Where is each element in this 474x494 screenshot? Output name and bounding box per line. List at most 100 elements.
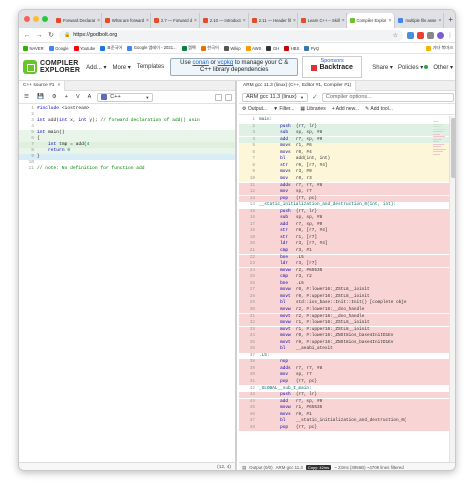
bookmark-item[interactable]: AWS	[245, 45, 261, 51]
browser-tab[interactable]: 2.10 — Introduct ×	[200, 13, 249, 28]
menu-dots-icon[interactable]: ⋮	[447, 31, 453, 39]
output-tool-libraries[interactable]: ▦ Libraries	[300, 106, 325, 112]
conan-link[interactable]: conan	[192, 60, 208, 66]
puzzle-icon[interactable]	[427, 31, 434, 39]
bookmark-item[interactable]: NAVER	[23, 45, 44, 51]
browser-tab[interactable]: Learn C++ – Skill ×	[298, 13, 347, 28]
dropdown-menu-button[interactable]: ☰	[22, 93, 31, 102]
asm-line: 23 ldr r3, [r7]	[239, 261, 449, 268]
line-number: 29	[249, 300, 255, 306]
close-tab-icon[interactable]: ×	[436, 18, 441, 24]
output-tools: ⚙ Output... ▼ Filter... ▦ Libraries + Add n…	[239, 104, 455, 115]
bookmark-item[interactable]: 한국어	[200, 45, 219, 51]
close-tab-icon[interactable]: ×	[57, 83, 60, 88]
bookmark-item[interactable]: Youtube	[73, 45, 95, 51]
scrollbar-thumb[interactable]	[451, 118, 455, 178]
extension-icon[interactable]	[417, 31, 424, 39]
line-number: 7	[252, 156, 255, 162]
tab-compiler[interactable]: ARM gcc 11.3 (linux) (C++, Editor #1, Co…	[239, 80, 357, 91]
vim-icon[interactable]: V	[74, 93, 82, 102]
bookmark-item[interactable]: Wikip	[223, 45, 241, 51]
line-number: 17	[249, 221, 255, 227]
asm-line: 19 str r1, [r7]	[239, 234, 449, 242]
tab-source[interactable]: C++ source #1 ×	[19, 80, 66, 91]
compiler-select[interactable]: ARM gcc 11.3 (linux) ▼	[242, 92, 308, 102]
text-size-icon[interactable]: A	[86, 93, 94, 102]
close-tab-icon[interactable]: ×	[340, 18, 345, 24]
close-tab-icon[interactable]: ×	[95, 18, 100, 24]
browser-tab-title: 2.11 — Header fil	[258, 18, 291, 23]
browser-tab[interactable]: What are forward ×	[102, 13, 151, 28]
bookmark-item[interactable]: GH	[266, 45, 279, 51]
minimize-window-icon[interactable]	[33, 16, 39, 22]
asm-instruction: movt	[259, 339, 291, 345]
close-tab-icon[interactable]: ×	[144, 18, 149, 24]
popout-pane-icon[interactable]	[225, 93, 232, 101]
output-tool-filter[interactable]: ▼ Filter...	[273, 106, 294, 112]
maximize-pane-icon[interactable]	[215, 93, 222, 101]
asm-pane: ARM gcc 11.3 (linux) (C++, Editor #1, Co…	[239, 80, 455, 470]
browser-tab[interactable]: multiple file asse ×	[395, 13, 445, 28]
bookmark-star-icon[interactable]: ☆	[393, 32, 398, 39]
compile-ok-icon[interactable]: ✓	[312, 93, 318, 101]
compiler-options-input[interactable]: Compiler options...	[321, 92, 454, 102]
back-icon[interactable]: ←	[23, 32, 31, 39]
line-number: 19	[249, 234, 255, 240]
asm-label: _GLOBAL__sub_I_main:	[259, 385, 312, 391]
close-window-icon[interactable]	[24, 16, 30, 22]
bookmark-item[interactable]: 캠팩	[181, 45, 196, 51]
browser-tab[interactable]: 2.7 — Forward d ×	[151, 13, 200, 28]
other-bookmarks[interactable]: 기타 북마크	[426, 45, 453, 51]
asm-operands: add(int, int)	[285, 156, 331, 162]
menu-item-more[interactable]: More ▾	[112, 64, 130, 71]
browser-tab[interactable]: 2.11 — Header fil ×	[249, 13, 298, 28]
output-tool-output[interactable]: ⚙ Output...	[242, 106, 267, 112]
asm-operands: {r7, lr}	[290, 123, 317, 129]
url-bar[interactable]: 🔒 https://godbolt.org ☆	[59, 29, 403, 41]
ce-header: COMPILER EXPLORER Add... ▾ More ▾ Template…	[19, 54, 455, 81]
asm-line: 13 pop {r7, pc}	[239, 195, 449, 202]
output-tool-addnew[interactable]: + Add new...	[332, 106, 359, 112]
profile-avatar[interactable]	[437, 31, 444, 39]
reload-icon[interactable]: ↻	[47, 31, 55, 39]
browser-tab[interactable]: Compiler Explor ×	[346, 13, 396, 28]
bookmark-item[interactable]: Google 엠레이 - 2021...	[127, 45, 177, 51]
asm-operands: std::ios_base::Init::Init() [complete ob…	[285, 300, 407, 306]
bookmark-item[interactable]: Google	[48, 45, 69, 51]
close-tab-icon[interactable]: ×	[291, 18, 296, 24]
maximize-window-icon[interactable]	[42, 16, 48, 22]
close-tab-icon[interactable]: ×	[241, 18, 246, 24]
asm-scrollbar[interactable]	[449, 116, 455, 462]
save-icon[interactable]: 💾	[35, 93, 46, 102]
language-select[interactable]: C++ ▼	[97, 92, 154, 102]
menu-item-other[interactable]: Other ▾	[433, 64, 453, 71]
bookmark-item[interactable]: HBS	[284, 45, 299, 51]
browser-tab[interactable]: Forward Declarat ×	[53, 13, 102, 28]
asm-output[interactable]: 1 main: 2 push {r7, lr} 3 sub sp, sp, #8 4 a…	[239, 116, 455, 462]
folder-icon	[426, 45, 432, 51]
menu-item-templates[interactable]: Templates	[137, 64, 164, 71]
sponsors-box[interactable]: Sponsors Backtrace	[302, 56, 363, 78]
menu-item-add[interactable]: Add... ▾	[86, 64, 106, 71]
asm-line: 38 nop	[239, 359, 449, 366]
output-button[interactable]: Output (0/0)	[249, 465, 272, 470]
extension-icon[interactable]	[407, 31, 414, 39]
forward-icon[interactable]: →	[35, 32, 43, 39]
code-editor[interactable]: 1 #include <iostream> 2 3 int add(int x, int…	[19, 105, 235, 462]
settings-icon[interactable]: ⚙	[50, 93, 59, 102]
ce-logo[interactable]: COMPILER EXPLORER	[23, 60, 80, 74]
line-number: 41	[249, 379, 255, 384]
line-number: 23	[249, 261, 255, 267]
close-tab-icon[interactable]: ×	[387, 18, 392, 24]
new-tab-button[interactable]: +	[444, 15, 455, 24]
bookmark-item[interactable]: 표준국어	[100, 45, 122, 51]
line-number: 33	[249, 326, 255, 332]
add-compiler-button[interactable]: +	[63, 93, 70, 102]
asm-minimap[interactable]	[433, 121, 447, 161]
bookmark-item[interactable]: PyQ	[304, 45, 319, 51]
menu-item-share[interactable]: Share ▾	[372, 64, 393, 71]
vcpkg-link[interactable]: vcpkg	[218, 60, 234, 66]
menu-item-policies[interactable]: Policies ▾	[398, 64, 429, 71]
close-tab-icon[interactable]: ×	[192, 18, 197, 24]
output-tool-addtool[interactable]: ✎ Add tool...	[365, 106, 393, 112]
